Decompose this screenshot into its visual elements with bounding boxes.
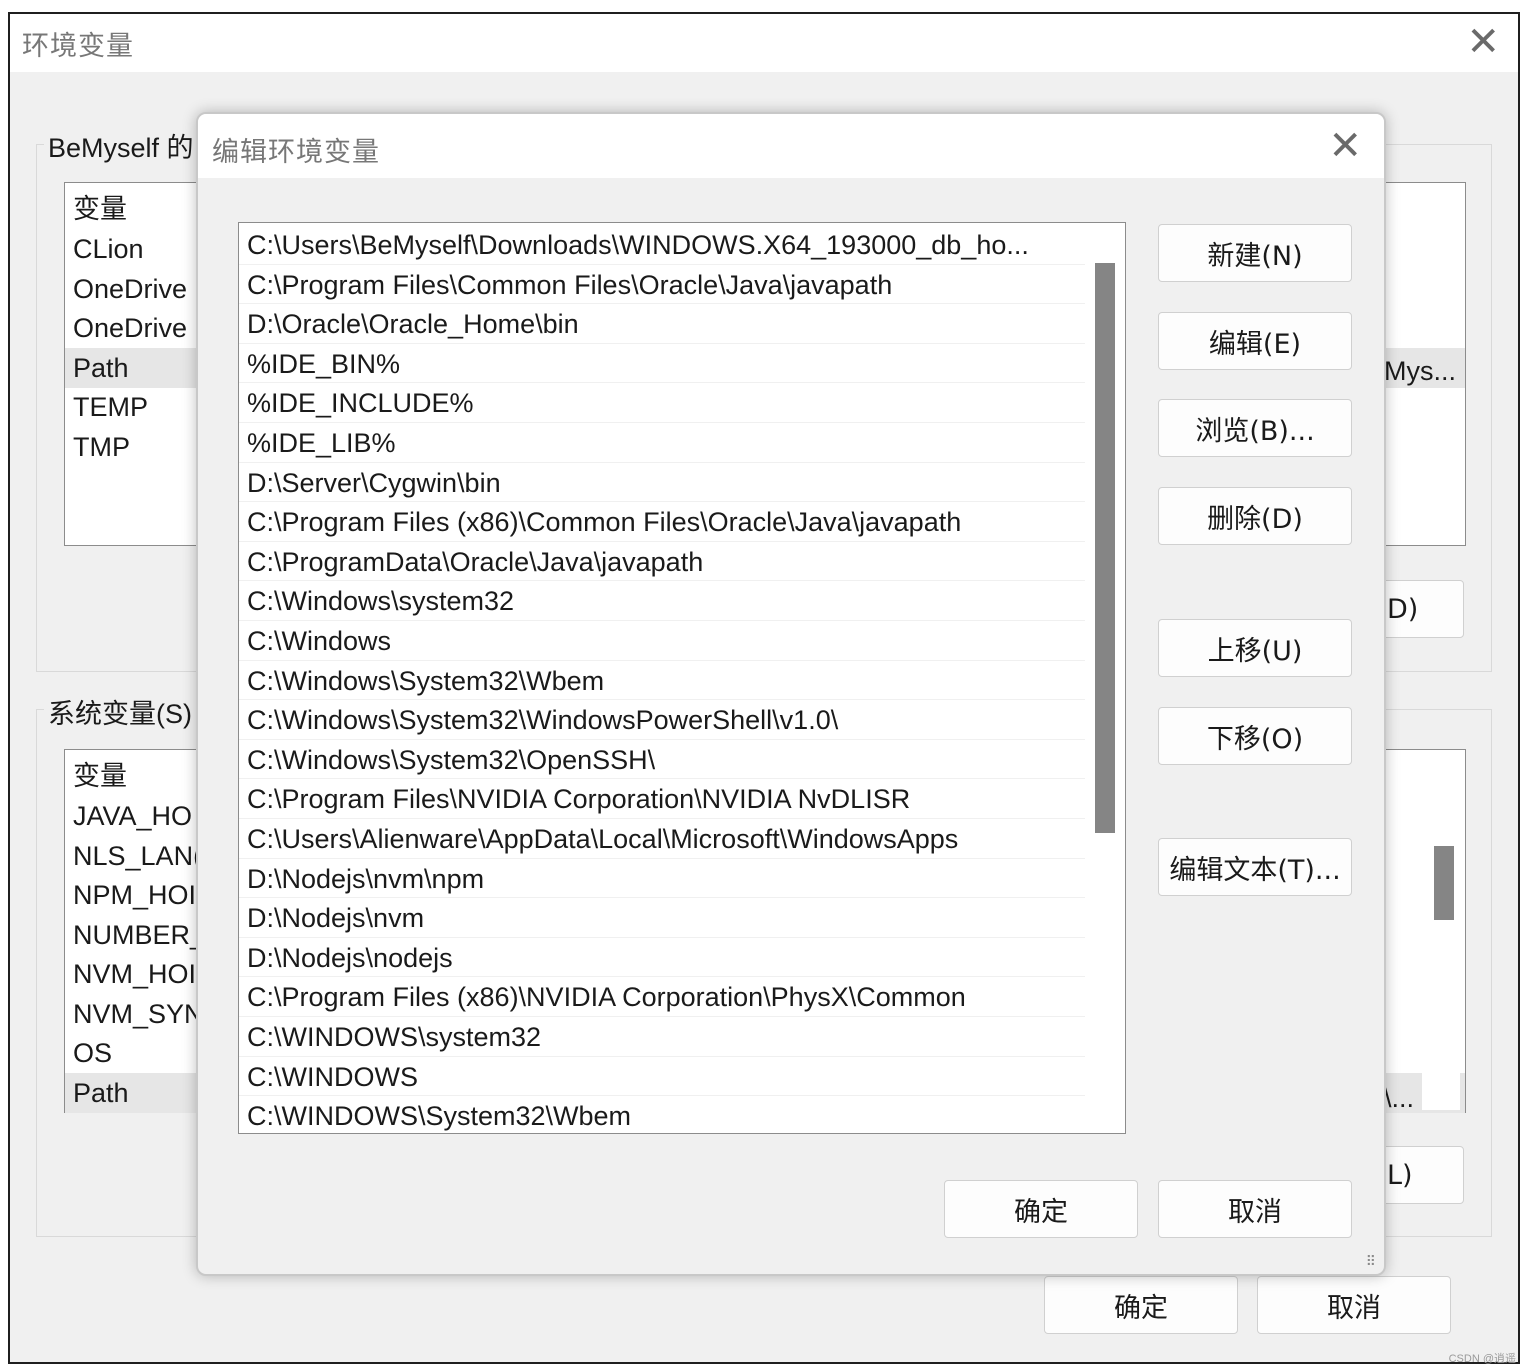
path-entry[interactable]: C:\ProgramData\Oracle\Java\javapath xyxy=(239,542,1085,582)
path-entry[interactable]: C:\Program Files\Common Files\Oracle\Jav… xyxy=(239,265,1085,305)
path-entry[interactable]: C:\Users\BeMyself\Downloads\WINDOWS.X64_… xyxy=(239,225,1085,265)
path-entry[interactable]: %IDE_INCLUDE% xyxy=(239,383,1085,423)
path-entry[interactable]: C:\Windows\System32\OpenSSH\ xyxy=(239,740,1085,780)
user-path-value-partial: Mys... xyxy=(1384,356,1456,386)
delete-button[interactable]: 删除(D) xyxy=(1158,487,1352,545)
path-entry[interactable]: C:\Windows\System32\WindowsPowerShell\v1… xyxy=(239,700,1085,740)
path-entry[interactable]: C:\Program Files (x86)\Common Files\Orac… xyxy=(239,502,1085,542)
path-entry[interactable]: %IDE_LIB% xyxy=(239,423,1085,463)
dialog-cancel-button[interactable]: 取消 xyxy=(1158,1180,1352,1238)
path-entries-list[interactable]: C:\Users\BeMyself\Downloads\WINDOWS.X64_… xyxy=(238,222,1126,1134)
path-entry[interactable]: D:\Nodejs\nodejs xyxy=(239,938,1085,978)
system-delete-button-partial[interactable]: L) xyxy=(1382,1146,1464,1204)
path-entry[interactable]: C:\Windows\system32 xyxy=(239,581,1085,621)
path-entry[interactable]: D:\Nodejs\nvm\npm xyxy=(239,859,1085,899)
watermark: CSDN @逍遥 xyxy=(1448,1353,1516,1365)
close-icon[interactable]: ✕ xyxy=(1328,126,1362,166)
user-edit-button-partial[interactable]: D) xyxy=(1382,580,1464,638)
system-list-scrollbar-track[interactable] xyxy=(1422,754,1460,1110)
resize-grip-icon[interactable]: ⠿ xyxy=(1366,1254,1376,1268)
path-entry[interactable]: C:\Windows xyxy=(239,621,1085,661)
path-entry[interactable]: C:\WINDOWS\system32 xyxy=(239,1017,1085,1057)
move-down-button[interactable]: 下移(O) xyxy=(1158,707,1352,765)
edit-button[interactable]: 编辑(E) xyxy=(1158,312,1352,370)
new-button[interactable]: 新建(N) xyxy=(1158,224,1352,282)
edit-environment-variable-dialog: 编辑环境变量 ✕ C:\Users\BeMyself\Downloads\WIN… xyxy=(196,112,1386,1276)
close-icon[interactable]: ✕ xyxy=(1466,22,1500,62)
outer-cancel-button[interactable]: 取消 xyxy=(1257,1276,1451,1334)
path-list-scrollbar-thumb[interactable] xyxy=(1095,263,1115,833)
outer-titlebar: 环境变量 ✕ xyxy=(10,14,1518,72)
user-variables-label: BeMyself 的 xyxy=(44,126,198,165)
path-entry[interactable]: D:\Server\Cygwin\bin xyxy=(239,463,1085,503)
path-entry[interactable]: C:\WINDOWS\System32\Wbem xyxy=(239,1096,1085,1133)
browse-button[interactable]: 浏览(B)... xyxy=(1158,399,1352,457)
path-entry[interactable]: D:\Nodejs\nvm xyxy=(239,898,1085,938)
path-entry[interactable]: %IDE_BIN% xyxy=(239,344,1085,384)
system-variables-label: 系统变量(S) xyxy=(44,692,196,731)
dialog-title: 编辑环境变量 xyxy=(212,137,380,167)
system-list-scrollbar-thumb[interactable] xyxy=(1434,846,1454,920)
path-entry[interactable]: C:\WINDOWS xyxy=(239,1057,1085,1097)
path-entry[interactable]: C:\Program Files\NVIDIA Corporation\NVID… xyxy=(239,779,1085,819)
path-entry[interactable]: C:\Windows\System32\Wbem xyxy=(239,661,1085,701)
outer-ok-button[interactable]: 确定 xyxy=(1044,1276,1238,1334)
dialog-ok-button[interactable]: 确定 xyxy=(944,1180,1138,1238)
move-up-button[interactable]: 上移(U) xyxy=(1158,619,1352,677)
edit-text-button[interactable]: 编辑文本(T)... xyxy=(1158,838,1352,896)
dialog-titlebar: 编辑环境变量 ✕ xyxy=(198,114,1384,178)
outer-window-title: 环境变量 xyxy=(22,31,134,61)
system-path-value-partial: \... xyxy=(1384,1083,1415,1113)
path-entry[interactable]: D:\Oracle\Oracle_Home\bin xyxy=(239,304,1085,344)
path-entry[interactable]: C:\Users\Alienware\AppData\Local\Microso… xyxy=(239,819,1085,859)
path-entry[interactable]: C:\Program Files (x86)\NVIDIA Corporatio… xyxy=(239,977,1085,1017)
